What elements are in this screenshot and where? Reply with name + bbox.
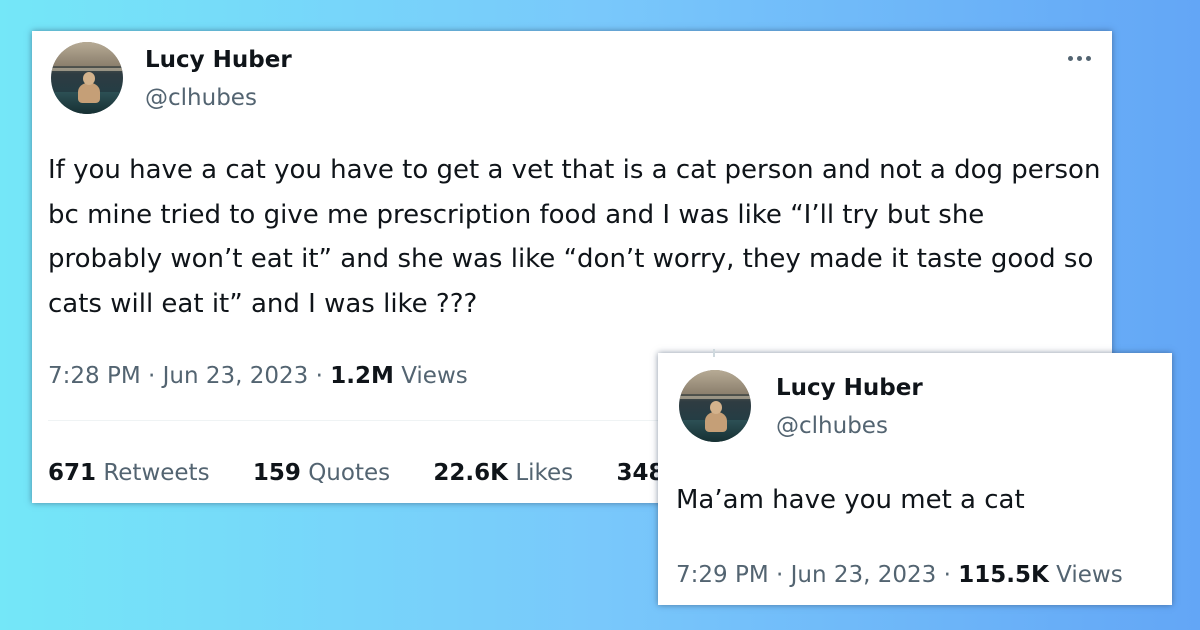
quotes-label: Quotes (308, 460, 391, 486)
views-label: Views (401, 363, 468, 389)
author-name[interactable]: Lucy Huber (776, 374, 923, 402)
quotes-stat[interactable]: 159 Quotes (253, 459, 390, 487)
retweets-stat[interactable]: 671 Retweets (48, 459, 210, 487)
separator: · (315, 363, 323, 389)
likes-count: 22.6K (433, 460, 508, 486)
tweet-date[interactable]: Jun 23, 2023 (791, 562, 937, 588)
author-handle[interactable]: @clhubes (776, 412, 888, 440)
views-count: 1.2M (330, 363, 394, 389)
separator: · (943, 562, 951, 588)
reply-tweet-card[interactable]: Lucy Huber @clhubes Ma’am have you met a… (658, 349, 1172, 605)
author-handle[interactable]: @clhubes (145, 84, 257, 112)
avatar[interactable] (679, 370, 751, 442)
views-label: Views (1056, 562, 1123, 588)
likes-stat[interactable]: 22.6K Likes (433, 459, 573, 487)
author-name[interactable]: Lucy Huber (145, 46, 292, 74)
views-count: 115.5K (958, 562, 1049, 588)
tweet-time[interactable]: 7:28 PM (48, 363, 141, 389)
engagement-stats: 671 Retweets 159 Quotes 22.6K Likes 348 (48, 459, 700, 487)
quotes-count: 159 (252, 460, 301, 486)
more-horizontal-icon[interactable] (1066, 48, 1094, 68)
likes-label: Likes (515, 460, 574, 486)
tweet-date[interactable]: Jun 23, 2023 (163, 363, 309, 389)
tweet-metadata: 7:29 PM · Jun 23, 2023 · 115.5K Views (676, 561, 1123, 589)
tweet-text: If you have a cat you have to get a vet … (48, 155, 1101, 319)
tweet-time[interactable]: 7:29 PM (676, 562, 769, 588)
separator: · (148, 363, 156, 389)
tweet-text: Ma’am have you met a cat (676, 485, 1025, 515)
thread-connector (713, 349, 715, 357)
separator: · (776, 562, 784, 588)
retweets-count: 671 (48, 460, 97, 486)
avatar[interactable] (51, 42, 123, 114)
tweet-metadata: 7:28 PM · Jun 23, 2023 · 1.2M Views (48, 362, 468, 390)
retweets-label: Retweets (103, 460, 210, 486)
